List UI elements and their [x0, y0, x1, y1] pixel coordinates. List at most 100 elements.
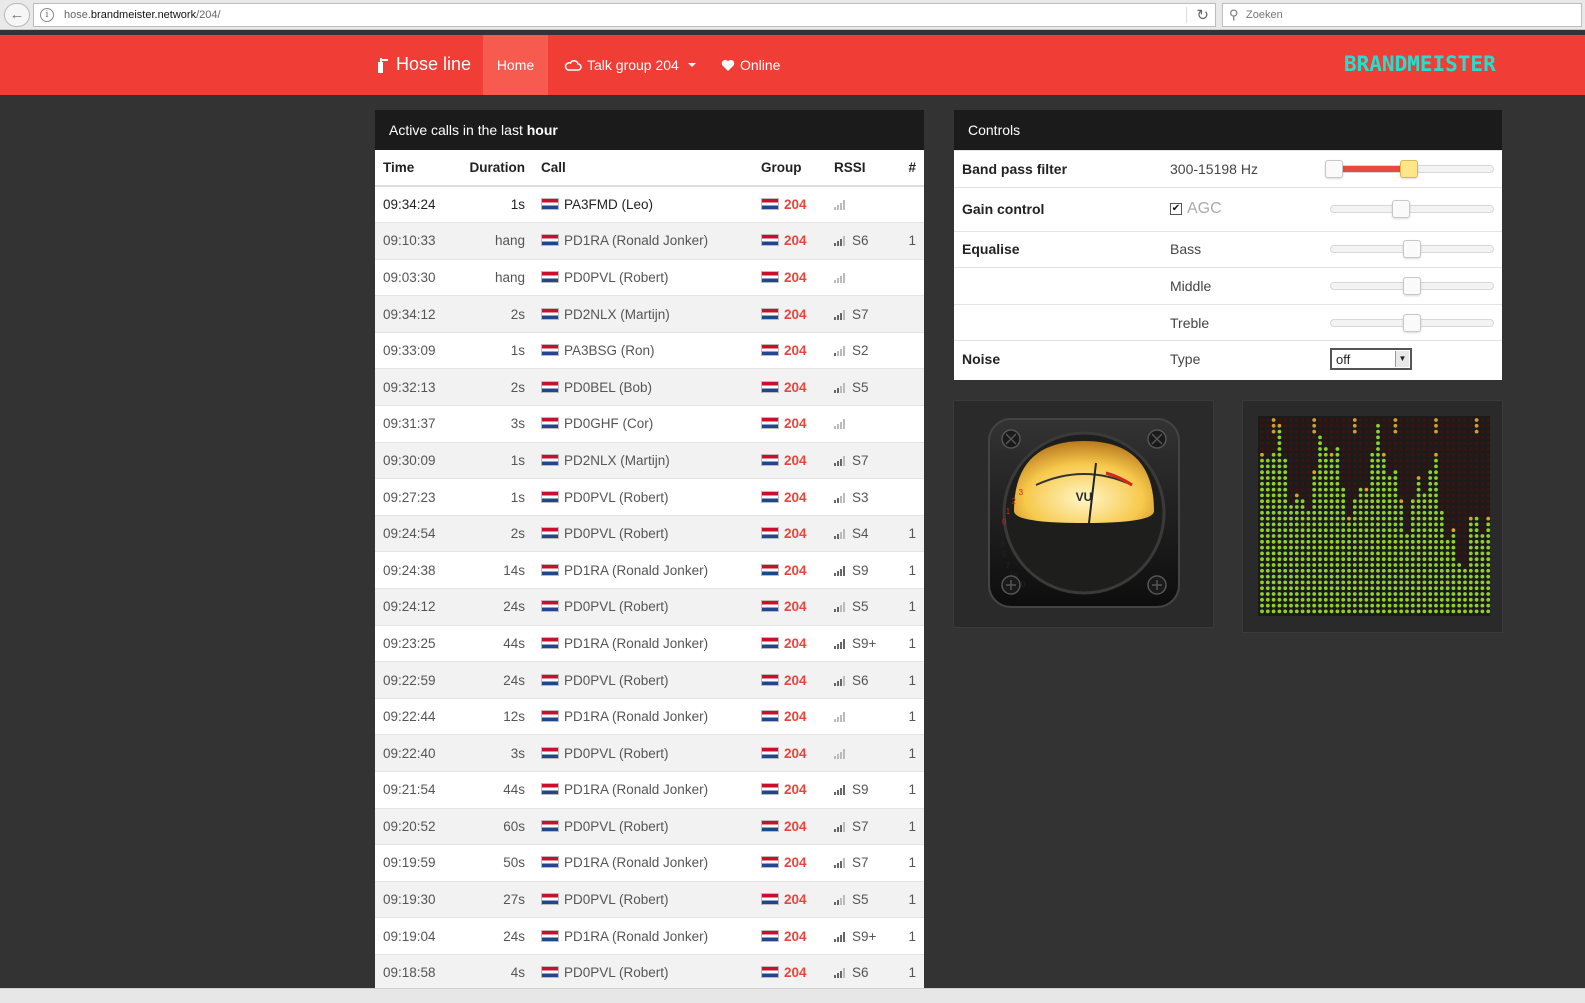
agc-checkbox[interactable]: ✔: [1170, 203, 1182, 216]
col-group[interactable]: Group: [753, 150, 826, 187]
table-row[interactable]: 09:27:23 1s PD0PVL (Robert) 204 S3: [375, 478, 924, 516]
group-cell[interactable]: 204: [753, 734, 826, 772]
table-row[interactable]: 09:22:40 3s PD0PVL (Robert) 204 1: [375, 734, 924, 772]
table-row[interactable]: 09:03:30 hang PD0PVL (Robert) 204: [375, 259, 924, 297]
call-cell[interactable]: PD0PVL (Robert): [533, 734, 753, 772]
band-pass-high-handle[interactable]: [1399, 159, 1418, 178]
table-row[interactable]: 09:24:54 2s PD0PVL (Robert) 204 S4 1: [375, 515, 924, 553]
table-row[interactable]: 09:20:52 60s PD0PVL (Robert) 204 S7 1: [375, 808, 924, 846]
call-cell[interactable]: PD0PVL (Robert): [533, 478, 753, 516]
call-cell[interactable]: PD0PVL (Robert): [533, 954, 753, 988]
gain-handle[interactable]: [1391, 200, 1410, 219]
group-cell[interactable]: 204: [753, 551, 826, 590]
group-cell[interactable]: 204: [753, 917, 826, 955]
back-arrow-icon[interactable]: ←: [4, 3, 30, 27]
call-cell[interactable]: PD1RA (Ronald Jonker): [533, 551, 753, 590]
call-cell[interactable]: PD0PVL (Robert): [533, 881, 753, 919]
group-cell[interactable]: 204: [753, 368, 826, 407]
group-cell[interactable]: 204: [753, 515, 826, 553]
noise-type-select[interactable]: off ▼: [1330, 348, 1412, 371]
col-call[interactable]: Call: [533, 150, 753, 187]
treble-handle[interactable]: [1403, 313, 1421, 332]
call-cell[interactable]: PD2NLX (Martijn): [533, 442, 753, 480]
band-pass-slider[interactable]: [1325, 159, 1494, 178]
call-cell[interactable]: PD0BEL (Bob): [533, 368, 753, 407]
col-time[interactable]: Time: [375, 150, 457, 187]
call-cell[interactable]: PD2NLX (Martijn): [533, 295, 753, 333]
reload-icon[interactable]: ↻: [1196, 6, 1209, 24]
bass-handle[interactable]: [1403, 240, 1421, 259]
gain-slider[interactable]: [1330, 200, 1494, 219]
col-rssi[interactable]: RSSI: [826, 150, 892, 187]
group-cell[interactable]: 204: [753, 771, 826, 809]
group-cell[interactable]: 204: [753, 478, 826, 516]
group-cell[interactable]: 204: [753, 405, 826, 443]
brandmeister-logo[interactable]: BRANDMEISTER: [1344, 52, 1496, 76]
call-cell[interactable]: PD1RA (Ronald Jonker): [533, 917, 753, 955]
col-count[interactable]: #: [892, 150, 924, 187]
table-row[interactable]: 09:23:25 44s PD1RA (Ronald Jonker) 204 S9+ 1: [375, 625, 924, 663]
nav-home[interactable]: Home: [483, 35, 548, 95]
table-row[interactable]: 09:34:24 1s PA3FMD (Leo) 204: [375, 186, 924, 224]
call-cell[interactable]: PD0PVL (Robert): [533, 259, 753, 297]
call-cell[interactable]: PD0PVL (Robert): [533, 808, 753, 846]
call-cell[interactable]: PD0GHF (Cor): [533, 405, 753, 443]
info-icon[interactable]: i: [40, 8, 54, 22]
call-cell[interactable]: PD0PVL (Robert): [533, 515, 753, 553]
band-pass-low-handle[interactable]: [1325, 159, 1344, 178]
group-cell[interactable]: 204: [753, 625, 826, 663]
table-row[interactable]: 09:24:12 24s PD0PVL (Robert) 204 S5 1: [375, 588, 924, 626]
call-cell[interactable]: PD0PVL (Robert): [533, 588, 753, 626]
table-row[interactable]: 09:30:09 1s PD2NLX (Martijn) 204 S7: [375, 442, 924, 480]
brand-link[interactable]: Hose line: [374, 54, 471, 75]
call-cell[interactable]: PD1RA (Ronald Jonker): [533, 625, 753, 663]
group-cell[interactable]: 204: [753, 954, 826, 988]
table-row[interactable]: 09:19:30 27s PD0PVL (Robert) 204 S5 1: [375, 881, 924, 919]
group-cell[interactable]: 204: [753, 332, 826, 370]
table-row[interactable]: 09:22:59 24s PD0PVL (Robert) 204 S6 1: [375, 661, 924, 699]
group-cell[interactable]: 204: [753, 844, 826, 882]
group-cell[interactable]: 204: [753, 698, 826, 736]
table-row[interactable]: 09:19:59 50s PD1RA (Ronald Jonker) 204 S7 1: [375, 844, 924, 882]
bass-slider[interactable]: [1330, 240, 1494, 259]
call-cell[interactable]: PA3FMD (Leo): [533, 186, 753, 224]
group-cell[interactable]: 204: [753, 222, 826, 260]
table-row[interactable]: 09:21:54 44s PD1RA (Ronald Jonker) 204 S9 1: [375, 771, 924, 809]
group-cell[interactable]: 204: [753, 295, 826, 333]
group-cell[interactable]: 204: [753, 259, 826, 297]
nav-talkgroup-dropdown[interactable]: Talk group 204: [564, 57, 696, 73]
call-cell[interactable]: PA3BSG (Ron): [533, 332, 753, 370]
table-row[interactable]: 09:18:58 4s PD0PVL (Robert) 204 S6 1: [375, 954, 924, 988]
table-row[interactable]: 09:31:37 3s PD0GHF (Cor) 204: [375, 405, 924, 443]
group-cell[interactable]: 204: [753, 661, 826, 699]
table-row[interactable]: 09:19:04 24s PD1RA (Ronald Jonker) 204 S9+ 1: [375, 917, 924, 955]
browser-search-box[interactable]: ⚲: [1222, 3, 1582, 27]
table-row[interactable]: 09:22:44 12s PD1RA (Ronald Jonker) 204 1: [375, 698, 924, 736]
address-bar[interactable]: i hose.brandmeister.network/204/ ↻: [33, 3, 1216, 27]
call-cell[interactable]: PD1RA (Ronald Jonker): [533, 844, 753, 882]
table-row[interactable]: 09:34:12 2s PD2NLX (Martijn) 204 S7: [375, 295, 924, 333]
nav-online[interactable]: Online: [721, 57, 780, 73]
group-cell[interactable]: 204: [753, 442, 826, 480]
group-cell[interactable]: 204: [753, 588, 826, 626]
middle-slider[interactable]: [1330, 276, 1494, 295]
group-cell[interactable]: 204: [753, 186, 826, 224]
chevron-down-icon[interactable]: ▼: [1395, 351, 1409, 368]
browser-search-input[interactable]: [1246, 7, 1566, 23]
call-cell[interactable]: PD1RA (Ronald Jonker): [533, 698, 753, 736]
col-duration[interactable]: Duration: [457, 150, 533, 187]
table-row[interactable]: 09:10:33 hang PD1RA (Ronald Jonker) 204 S6 1: [375, 222, 924, 260]
middle-handle[interactable]: [1403, 276, 1421, 295]
call-cell[interactable]: PD1RA (Ronald Jonker): [533, 222, 753, 260]
spectrum-dot: [1486, 464, 1491, 469]
group-cell[interactable]: 204: [753, 808, 826, 846]
spectrum-dot: [1358, 516, 1363, 521]
call-cell[interactable]: PD1RA (Ronald Jonker): [533, 771, 753, 809]
treble-slider[interactable]: [1330, 313, 1494, 332]
table-row[interactable]: 09:33:09 1s PA3BSG (Ron) 204 S2: [375, 332, 924, 370]
table-row[interactable]: 09:24:38 14s PD1RA (Ronald Jonker) 204 S9 1: [375, 551, 924, 590]
call-cell[interactable]: PD0PVL (Robert): [533, 661, 753, 699]
agc-toggle[interactable]: ✔ AGC: [1170, 200, 1222, 218]
table-row[interactable]: 09:32:13 2s PD0BEL (Bob) 204 S5: [375, 368, 924, 407]
group-cell[interactable]: 204: [753, 881, 826, 919]
